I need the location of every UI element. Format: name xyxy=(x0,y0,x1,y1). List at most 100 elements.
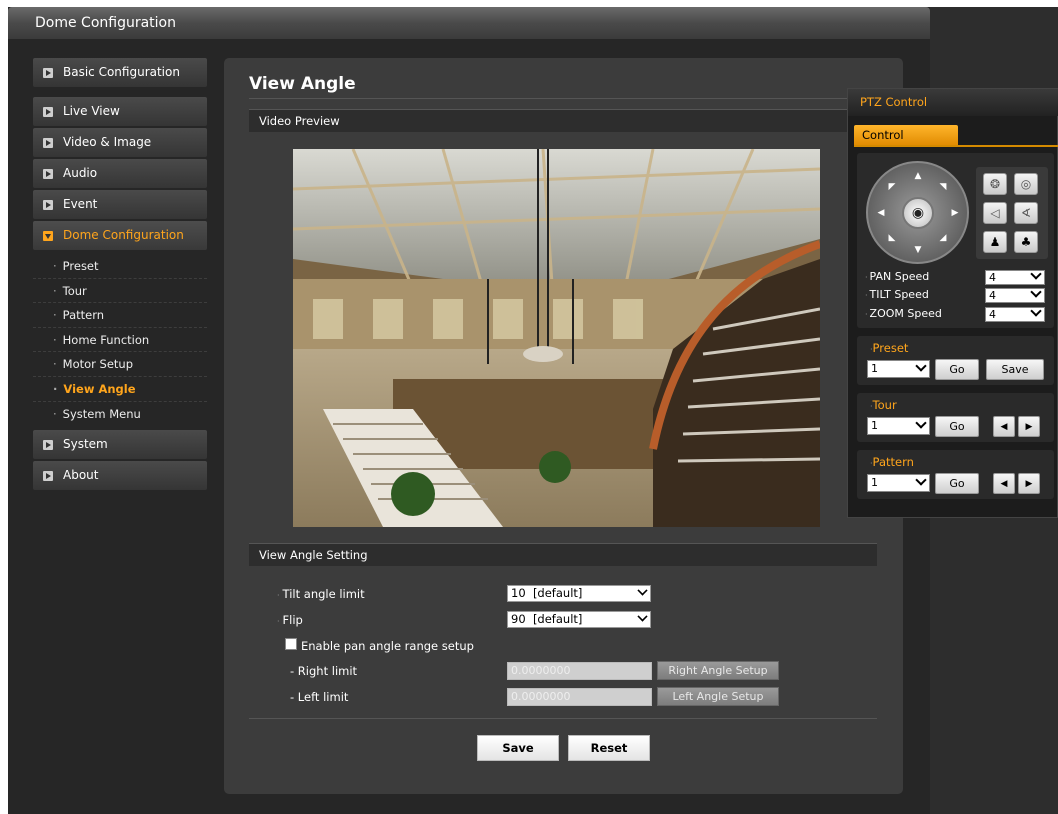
submenu-item-motor-setup[interactable]: · Motor Setup xyxy=(33,352,207,377)
submenu-item-preset[interactable]: · Preset xyxy=(33,254,207,279)
tour-select[interactable]: 1 xyxy=(867,417,930,435)
sidebar-item-label: Video & Image xyxy=(63,135,152,149)
chevron-down-icon xyxy=(637,585,648,596)
chevron-down-icon xyxy=(1030,305,1042,317)
joystick-icon[interactable]: ◉ ▲ ▼ ◀ ▶ ◤ ◥ ◣ ◢ xyxy=(866,161,969,264)
tour-go-button[interactable]: Go xyxy=(935,416,979,437)
right-angle-setup-button[interactable]: Right Angle Setup xyxy=(657,661,779,680)
menu-arrow-icon xyxy=(43,440,53,451)
reset-button[interactable]: Reset xyxy=(568,735,650,761)
view-angle-setting-header: View Angle Setting xyxy=(249,543,877,566)
chevron-down-icon xyxy=(637,611,648,622)
sidebar-item-label: Live View xyxy=(63,104,120,118)
preset-select[interactable]: 1 xyxy=(867,360,930,378)
arrow-down-icon[interactable]: ▼ xyxy=(913,245,923,255)
menu-arrow-icon xyxy=(43,68,53,78)
save-button[interactable]: Save xyxy=(477,735,559,761)
joystick-center-button[interactable]: ◉ xyxy=(902,197,934,229)
sidebar-item-video-image[interactable]: Video & Image xyxy=(33,128,207,157)
sidebar: Basic Configuration Live View Video & Im… xyxy=(33,58,207,492)
preset-go-button[interactable]: Go xyxy=(935,359,979,380)
left-limit-label: - Left limit xyxy=(290,690,349,704)
sidebar-item-system[interactable]: System xyxy=(33,430,207,460)
submenu-item-system-menu[interactable]: · System Menu xyxy=(33,402,207,427)
menu-arrow-icon xyxy=(43,169,53,179)
tilt-angle-limit-label: · Tilt angle limit xyxy=(277,587,365,601)
submenu-item-tour[interactable]: · Tour xyxy=(33,279,207,304)
iris-close-icon[interactable]: ∢ xyxy=(1014,202,1038,224)
sidebar-item-basic-configuration[interactable]: Basic Configuration xyxy=(33,58,207,87)
sidebar-item-dome-configuration[interactable]: Dome Configuration xyxy=(33,221,207,250)
arrow-down-right-icon[interactable]: ◢ xyxy=(938,233,948,243)
zoom-speed-select[interactable]: 4 xyxy=(985,305,1045,322)
pattern-go-button[interactable]: Go xyxy=(935,473,979,494)
arrow-left-icon[interactable]: ◀ xyxy=(876,208,886,218)
right-limit-input[interactable]: 0.0000000 xyxy=(507,662,652,680)
arrow-up-right-icon[interactable]: ◥ xyxy=(938,182,948,192)
sidebar-item-label: System xyxy=(63,437,108,452)
ptz-title: PTZ Control xyxy=(848,89,1058,116)
pattern-prev-button[interactable]: ◀ xyxy=(993,473,1015,494)
tour-label: ·Tour xyxy=(870,398,897,412)
arrow-right-icon: ▶ xyxy=(1025,479,1033,489)
group-icon[interactable]: ♣ xyxy=(1014,231,1038,253)
pattern-next-button[interactable]: ▶ xyxy=(1018,473,1040,494)
sidebar-item-live-view[interactable]: Live View xyxy=(33,97,207,126)
menu-expanded-icon xyxy=(43,231,53,241)
preset-label: ·Preset xyxy=(870,341,909,355)
chevron-down-icon xyxy=(915,417,927,429)
menu-arrow-icon xyxy=(43,138,53,148)
enable-pan-range-checkbox[interactable] xyxy=(285,638,297,650)
pattern-label: ·Pattern xyxy=(870,455,914,469)
app-root: Dome Configuration Basic Configuration L… xyxy=(0,0,1058,814)
menu-arrow-icon xyxy=(43,471,53,482)
submenu-item-pattern[interactable]: · Pattern xyxy=(33,303,207,328)
iris-open-icon[interactable]: ◁ xyxy=(983,202,1007,224)
atrium-scene xyxy=(293,149,820,527)
video-preview-header: Video Preview xyxy=(249,109,877,132)
focus-far-icon[interactable]: ◎ xyxy=(1014,173,1038,195)
sidebar-item-audio[interactable]: Audio xyxy=(33,159,207,188)
chevron-down-icon xyxy=(1030,268,1042,280)
zoom-speed-label: · ZOOM Speed xyxy=(865,307,942,320)
left-angle-setup-button[interactable]: Left Angle Setup xyxy=(657,687,779,706)
arrow-up-left-icon[interactable]: ◤ xyxy=(887,182,897,192)
arrow-up-icon[interactable]: ▲ xyxy=(913,171,923,181)
sidebar-item-label: Basic Configuration xyxy=(63,65,180,79)
pattern-select[interactable]: 1 xyxy=(867,474,930,492)
pan-speed-select[interactable]: 4 xyxy=(985,268,1045,285)
tour-next-button[interactable]: ▶ xyxy=(1018,416,1040,437)
tilt-angle-limit-select[interactable]: 10 [default] xyxy=(507,585,651,602)
enable-pan-range-label: Enable pan angle range setup xyxy=(301,639,474,653)
window-title: Dome Configuration xyxy=(8,7,930,39)
video-preview-image xyxy=(293,149,820,527)
sidebar-item-event[interactable]: Event xyxy=(33,190,207,219)
flip-select[interactable]: 90 [default] xyxy=(507,611,651,628)
chevron-down-icon xyxy=(915,360,927,372)
menu-arrow-icon xyxy=(43,200,53,210)
content-panel: View Angle Video Preview View Angle Sett… xyxy=(224,58,903,794)
chevron-down-icon xyxy=(915,474,927,486)
person-icon[interactable]: ♟ xyxy=(983,231,1007,253)
sidebar-item-label: About xyxy=(63,468,99,483)
submenu-item-view-angle[interactable]: · View Angle xyxy=(33,377,207,402)
chevron-down-icon xyxy=(1030,286,1042,298)
focus-near-icon[interactable]: ❂ xyxy=(983,173,1007,195)
arrow-down-left-icon[interactable]: ◣ xyxy=(887,233,897,243)
flip-label: · Flip xyxy=(277,613,303,627)
sidebar-item-about[interactable]: About xyxy=(33,461,207,491)
tour-prev-button[interactable]: ◀ xyxy=(993,416,1015,437)
left-limit-input[interactable]: 0.0000000 xyxy=(507,688,652,706)
sidebar-item-label: Dome Configuration xyxy=(63,228,184,242)
ptz-control-panel: PTZ Control Control ◉ ▲ ▼ ◀ ▶ ◤ ◥ ◣ ◢ ❂ … xyxy=(847,88,1058,518)
arrow-right-icon[interactable]: ▶ xyxy=(950,208,960,218)
right-limit-label: - Right limit xyxy=(290,664,358,678)
preset-save-button[interactable]: Save xyxy=(986,359,1044,380)
tilt-speed-select[interactable]: 4 xyxy=(985,286,1045,303)
tilt-speed-label: · TILT Speed xyxy=(865,288,929,301)
tab-control[interactable]: Control xyxy=(854,125,958,146)
sidebar-item-label: Event xyxy=(63,197,98,211)
arrow-right-icon: ▶ xyxy=(1025,422,1033,432)
title-divider xyxy=(249,98,877,99)
submenu-item-home-function[interactable]: · Home Function xyxy=(33,328,207,353)
